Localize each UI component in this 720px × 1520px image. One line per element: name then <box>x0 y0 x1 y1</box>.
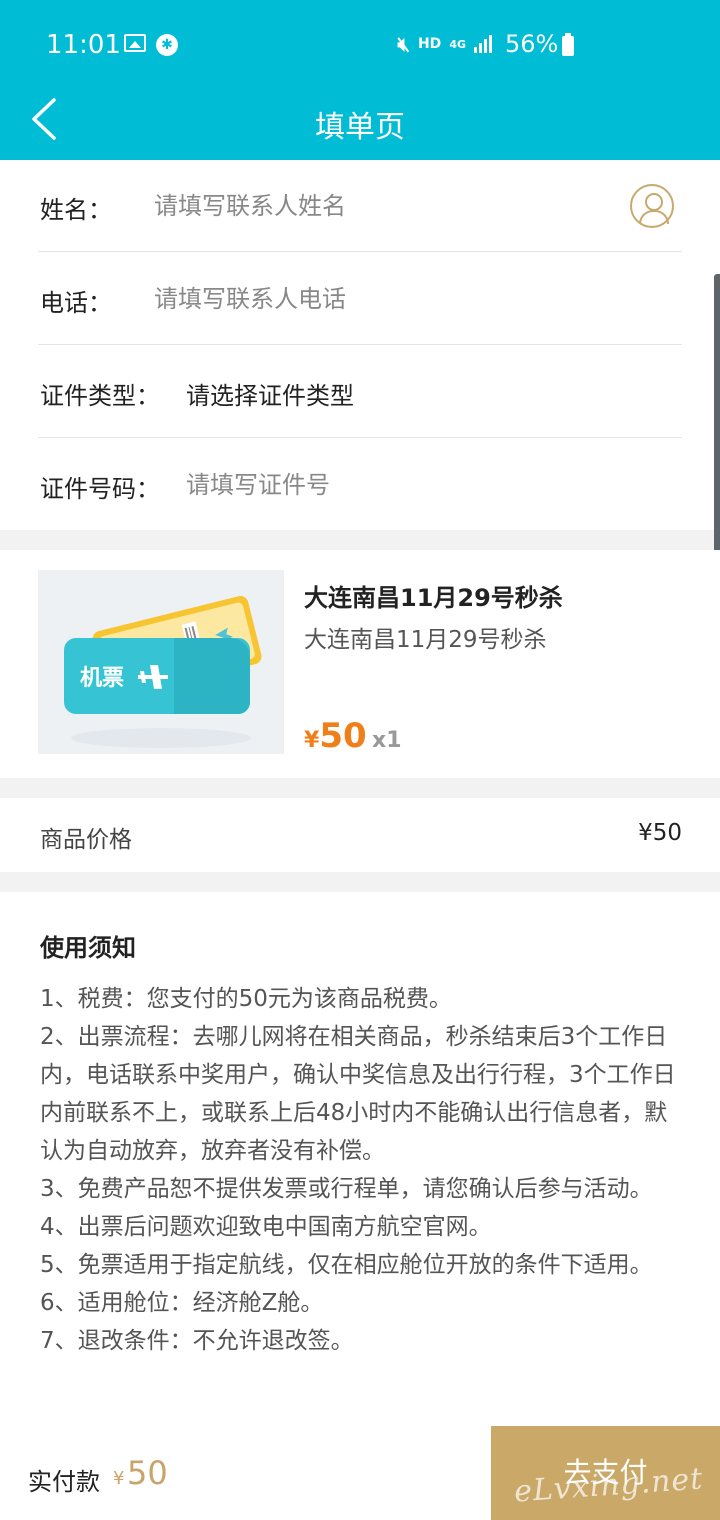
status-bar: 11:01 ✱ 🔇︎ HD 4G 56% <box>0 0 720 90</box>
price-row: 商品价格 ¥50 <box>0 798 720 872</box>
form-row-name: 姓名： <box>38 160 682 252</box>
signal-icon <box>474 35 492 53</box>
notice-item: 6、适用舱位：经济舱Z舱。 <box>40 1290 324 1316</box>
product-image: 机票 <box>38 570 284 754</box>
status-notification-icons: ✱ <box>124 34 178 56</box>
notice-item: 3、免费产品恕不提供发票或行程单，请您确认后参与活动。 <box>40 1176 653 1202</box>
id-number-label: 证件号码： <box>40 475 160 503</box>
pay-button[interactable]: 去支付 <box>491 1426 720 1520</box>
id-type-select[interactable]: 请选择证件类型 <box>186 376 354 411</box>
phone-input[interactable] <box>154 281 654 317</box>
product-subtitle: 大连南昌11月29号秒杀 <box>304 627 547 653</box>
chat-icon: ✱ <box>156 34 178 56</box>
product-price-amount: 50 <box>319 716 367 756</box>
notice-item: 1、税费：您支付的50元为该商品税费。 <box>40 986 452 1012</box>
price-value: ¥50 <box>638 820 682 846</box>
form-row-id-number: 证件号码： <box>38 439 682 531</box>
notice-item: 5、免票适用于指定航线，仅在相应舱位开放的条件下适用。 <box>40 1252 653 1278</box>
product-price-currency: ¥ <box>304 728 320 753</box>
notice-item: 4、出票后问题欢迎致电中国南方航空官网。 <box>40 1214 492 1240</box>
hd-indicator: HD <box>417 36 442 52</box>
product-card: 机票 大连南昌11月29号秒杀 大连南昌11月29号秒杀 ¥50 x1 <box>0 550 720 778</box>
status-time: 11:01 <box>46 30 121 60</box>
ticket-label: 机票 <box>80 666 124 691</box>
phone-label: 电话： <box>40 289 112 317</box>
mute-icon: 🔇︎ <box>397 32 410 56</box>
contact-form: 姓名： 电话： 证件类型： 请选择证件类型 证件号码： <box>0 160 720 530</box>
battery-icon <box>562 33 574 56</box>
product-price: ¥50 <box>304 716 367 756</box>
form-row-phone: 电话： <box>38 253 682 345</box>
product-title: 大连南昌11月29号秒杀 <box>304 584 563 612</box>
id-type-label: 证件类型： <box>40 382 160 410</box>
notice-item: 2、出票流程：去哪儿网将在相关商品，秒杀结束后3个工作日内，电话联系中奖用户，确… <box>40 1024 676 1164</box>
total-label: 实付款 <box>28 1468 100 1496</box>
price-label: 商品价格 <box>40 827 132 853</box>
id-number-input[interactable] <box>186 467 666 503</box>
notice-item: 7、退改条件：不允许退改签。 <box>40 1328 354 1354</box>
battery-percent: 56% <box>505 30 559 58</box>
total-currency: ¥ <box>113 1468 125 1489</box>
notice-title: 使用须知 <box>40 934 136 962</box>
product-quantity: x1 <box>372 728 402 753</box>
scrollbar[interactable] <box>714 274 720 560</box>
form-row-id-type: 证件类型： 请选择证件类型 <box>38 346 682 438</box>
contact-person-icon[interactable] <box>630 184 674 228</box>
name-label: 姓名： <box>40 196 112 224</box>
total-value: 50 <box>127 1454 168 1492</box>
bottom-bar: 实付款 ¥ 50 去支付 <box>0 1426 720 1520</box>
page-title: 填单页 <box>315 110 405 145</box>
name-input[interactable] <box>154 188 614 224</box>
network-indicator: 4G <box>449 37 466 51</box>
status-right-icons: 🔇︎ HD 4G <box>397 32 492 56</box>
flight-ticket-illustration: 机票 <box>64 595 262 748</box>
notice-list: 1、税费：您支付的50元为该商品税费。 2、出票流程：去哪儿网将在相关商品，秒杀… <box>40 980 690 1360</box>
image-icon <box>124 34 146 52</box>
app-header: 填单页 <box>0 90 720 160</box>
